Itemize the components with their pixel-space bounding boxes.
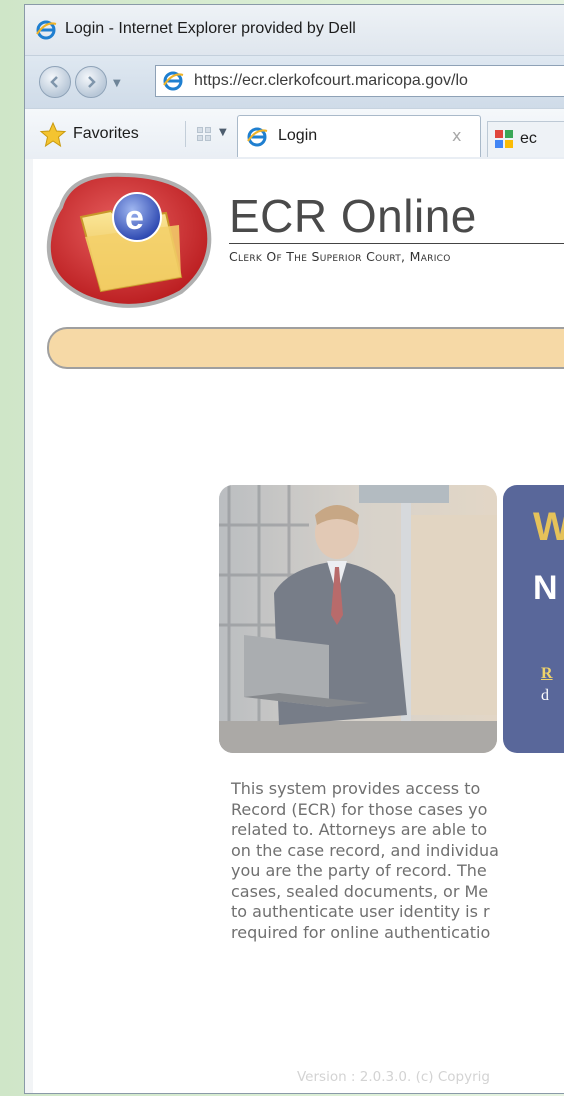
intro-line: you are the party of record. The [231,861,487,880]
tab-label: Login [278,127,318,144]
favorites-bar: Favorites ▼ Login x ec [25,108,564,160]
back-button[interactable] [39,66,71,98]
brand-subtitle: Clerk Of The Superior Court, Marico [229,249,451,264]
intro-line: to authenticate user identity is r [231,902,490,921]
brand-title: ECR Online [229,190,477,242]
history-dropdown-icon[interactable]: ▼ [113,78,121,89]
quick-tabs-icon[interactable] [197,127,211,141]
tab-login[interactable]: Login x [237,115,481,157]
navigation-bar: ▼ https://ecr.clerkofcourt.maricopa.gov/… [25,55,564,108]
arrow-right-icon [88,76,96,88]
intro-line: cases, sealed documents, or Me [231,881,489,901]
welcome-text: d [541,687,549,704]
intro-line: Record (ECR) for those cases yo [231,799,488,819]
hero-photo [219,485,497,753]
svg-text:e: e [125,199,144,237]
title-bar: Login - Internet Explorer provided by De… [25,5,564,55]
close-tab-button[interactable]: x [452,126,461,145]
address-bar[interactable]: https://ecr.clerkofcourt.maricopa.gov/lo [155,65,564,97]
ie-icon [36,20,57,40]
intro-line: required for online authenticatio [231,922,491,942]
window-title: Login - Internet Explorer provided by De… [65,20,356,37]
forward-button[interactable] [75,66,107,98]
version-footer: Version : 2.0.3.0. (c) Copyrig [297,1069,490,1085]
ie-icon [247,127,268,147]
welcome-heading: W [533,505,564,550]
tab-list-dropdown-icon[interactable]: ▼ [219,127,227,138]
ecr-logo-icon: e [46,172,212,308]
navigation-menu-bar [47,327,564,369]
intro-line: This system provides access to [231,779,481,798]
intro-paragraph: This system provides access to Record (E… [231,779,564,943]
welcome-subheading: N [533,569,558,607]
star-icon[interactable] [39,121,67,149]
intro-line: on the case record, and individua [231,840,499,860]
intro-line: related to. Attorneys are able to [231,820,488,839]
brand-divider [229,243,564,244]
tab-label: ec [520,130,537,147]
tab-second[interactable]: ec [487,121,564,157]
welcome-panel: W N R d [503,485,564,753]
welcome-link[interactable]: R [541,665,553,683]
favorites-button[interactable]: Favorites [73,125,139,143]
page-content: e ECR Online Clerk Of The Superior Court… [25,159,564,1093]
browser-window: Login - Internet Explorer provided by De… [24,4,564,1094]
site-favicon-icon [495,130,513,148]
toolbar-divider [185,121,186,147]
ie-icon [163,71,184,91]
address-url[interactable]: https://ecr.clerkofcourt.maricopa.gov/lo [194,72,468,90]
arrow-left-icon [50,76,58,88]
